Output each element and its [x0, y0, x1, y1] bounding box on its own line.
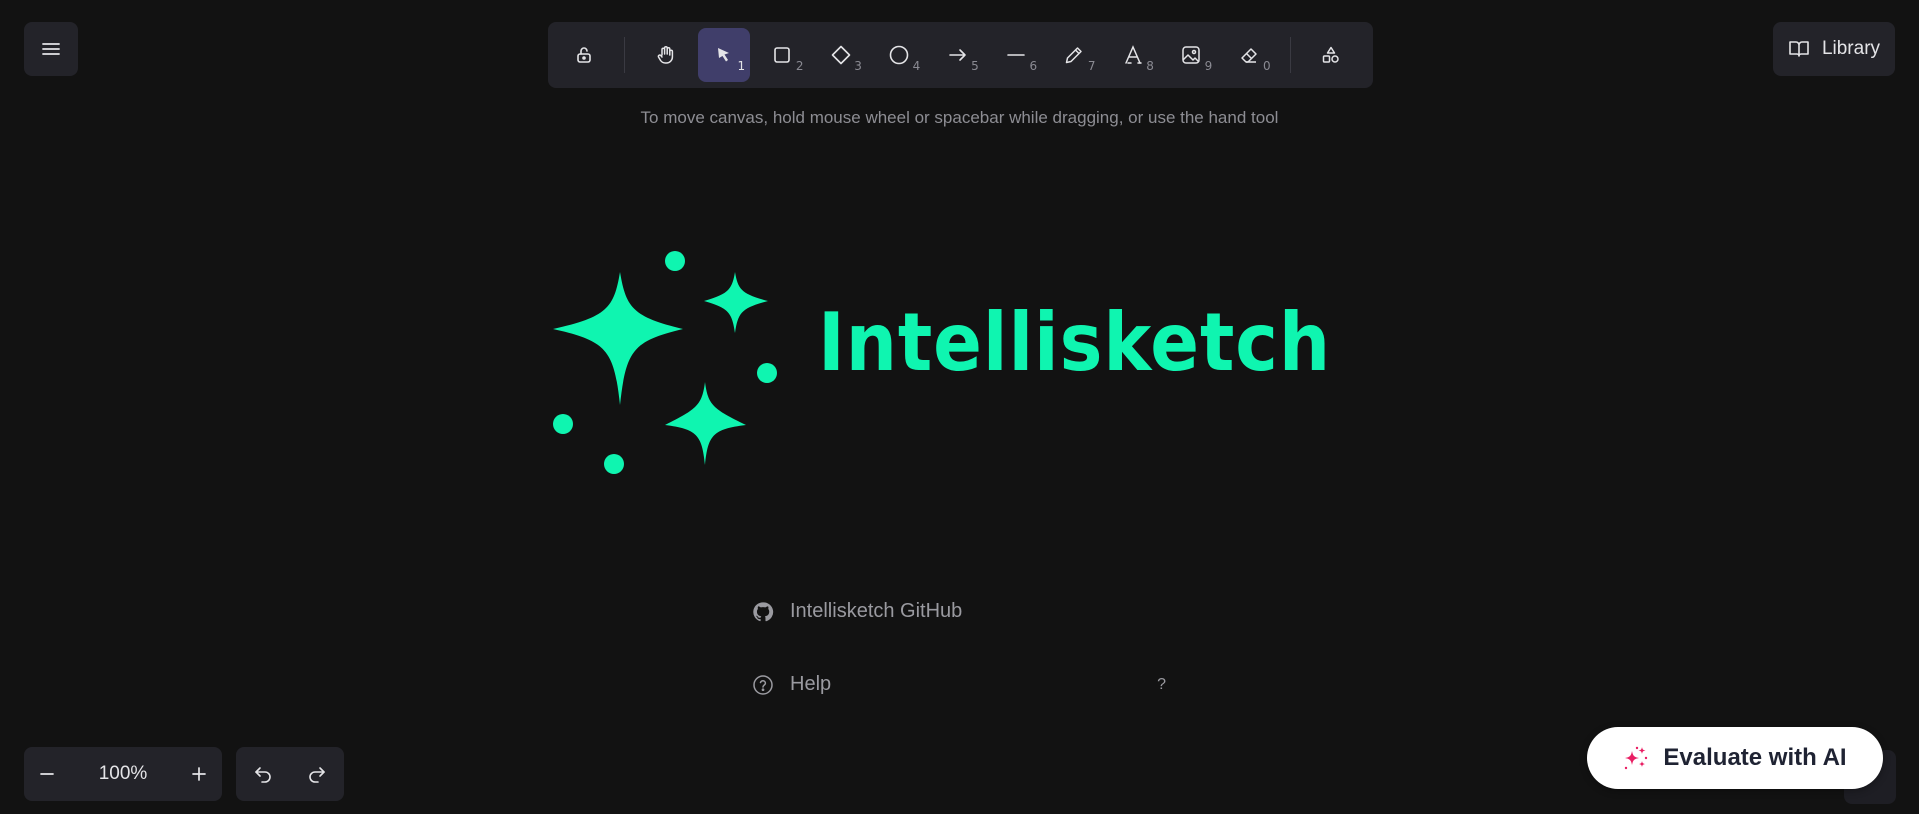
zoom-out-button[interactable]: [38, 765, 56, 783]
main-menu-button[interactable]: [24, 22, 78, 76]
brand-wordmark: Intellisketch: [818, 296, 1332, 389]
arrow-icon: [948, 49, 966, 61]
tool-arrow[interactable]: 5: [931, 28, 983, 82]
line-icon: [1007, 54, 1025, 56]
pencil-icon: [1066, 47, 1083, 64]
zoom-controls: 100%: [24, 747, 222, 801]
tool-draw[interactable]: 7: [1048, 28, 1100, 82]
tool-shortcut: 9: [1204, 59, 1213, 73]
hamburger-menu-icon: [42, 43, 60, 55]
tool-shortcut: 6: [1029, 59, 1038, 73]
toolbar-divider: [1289, 37, 1291, 73]
book-icon: [1789, 41, 1809, 57]
undo-button[interactable]: [253, 764, 273, 784]
tool-rectangle[interactable]: 2: [756, 28, 808, 82]
tool-shortcut: 4: [912, 59, 921, 73]
tool-eraser[interactable]: 0: [1223, 28, 1275, 82]
tool-shortcut: 3: [854, 59, 862, 73]
eraser-icon: [1241, 48, 1258, 63]
image-icon: [1182, 46, 1200, 64]
redo-icon: [309, 767, 325, 783]
evaluate-label: Evaluate with AI: [1663, 744, 1847, 771]
tool-hand[interactable]: [639, 28, 691, 82]
evaluate-with-ai-button[interactable]: Evaluate with AI: [1587, 727, 1883, 789]
canvas-hint: To move canvas, hold mouse wheel or spac…: [640, 108, 1279, 127]
tool-diamond[interactable]: 3: [815, 28, 867, 82]
ellipse-icon: [889, 45, 909, 65]
rectangle-icon: [774, 47, 791, 63]
help-shortcut: ?: [1157, 675, 1166, 693]
tool-shortcut: 0: [1263, 59, 1271, 73]
help-link-label: Help: [790, 673, 832, 695]
diamond-icon: [831, 45, 851, 65]
zoom-in-button[interactable]: [190, 765, 208, 783]
tool-shortcut: 1: [737, 59, 746, 73]
tool-shortcut: 2: [795, 59, 804, 73]
welcome-menu: Intellisketch GitHub Help ?: [752, 575, 1172, 721]
pointer-icon: [717, 48, 729, 62]
undo-icon: [255, 767, 271, 783]
text-icon: [1124, 45, 1142, 64]
brand-logo: Intellisketch: [548, 245, 1330, 480]
sparkles-logo-icon: [553, 251, 777, 474]
library-button[interactable]: Library: [1773, 22, 1895, 76]
minus-icon: [40, 773, 54, 775]
sparkles-icon: [1625, 746, 1648, 770]
tool-shortcut: 8: [1146, 59, 1154, 73]
shapes-toolbar: 1 2 3 4 5 6 7 8 9 0: [548, 22, 1373, 88]
history-controls: [236, 747, 344, 801]
help-link[interactable]: Help ?: [752, 648, 1172, 721]
github-icon: [753, 601, 774, 621]
hand-icon: [657, 46, 673, 64]
tool-extra-tools[interactable]: [1305, 28, 1357, 82]
tool-shortcut: 7: [1087, 59, 1096, 73]
shapes-icon: [1322, 46, 1339, 63]
tool-text[interactable]: 8: [1106, 28, 1158, 82]
tool-image[interactable]: 9: [1165, 28, 1217, 82]
library-label: Library: [1821, 38, 1881, 59]
lock-icon: [577, 47, 591, 63]
tool-selection[interactable]: 1: [697, 28, 751, 82]
github-link-label: Intellisketch GitHub: [790, 600, 963, 622]
github-link[interactable]: Intellisketch GitHub: [752, 575, 1172, 648]
tool-line[interactable]: 6: [990, 28, 1042, 82]
toolbar-divider: [624, 37, 626, 73]
plus-icon: [192, 767, 206, 781]
tool-ellipse[interactable]: 4: [873, 28, 925, 82]
redo-button[interactable]: [307, 764, 327, 784]
zoom-level[interactable]: 100%: [99, 763, 148, 785]
tool-lock[interactable]: [558, 28, 610, 82]
help-icon: [753, 674, 773, 695]
tool-shortcut: 5: [971, 59, 979, 73]
